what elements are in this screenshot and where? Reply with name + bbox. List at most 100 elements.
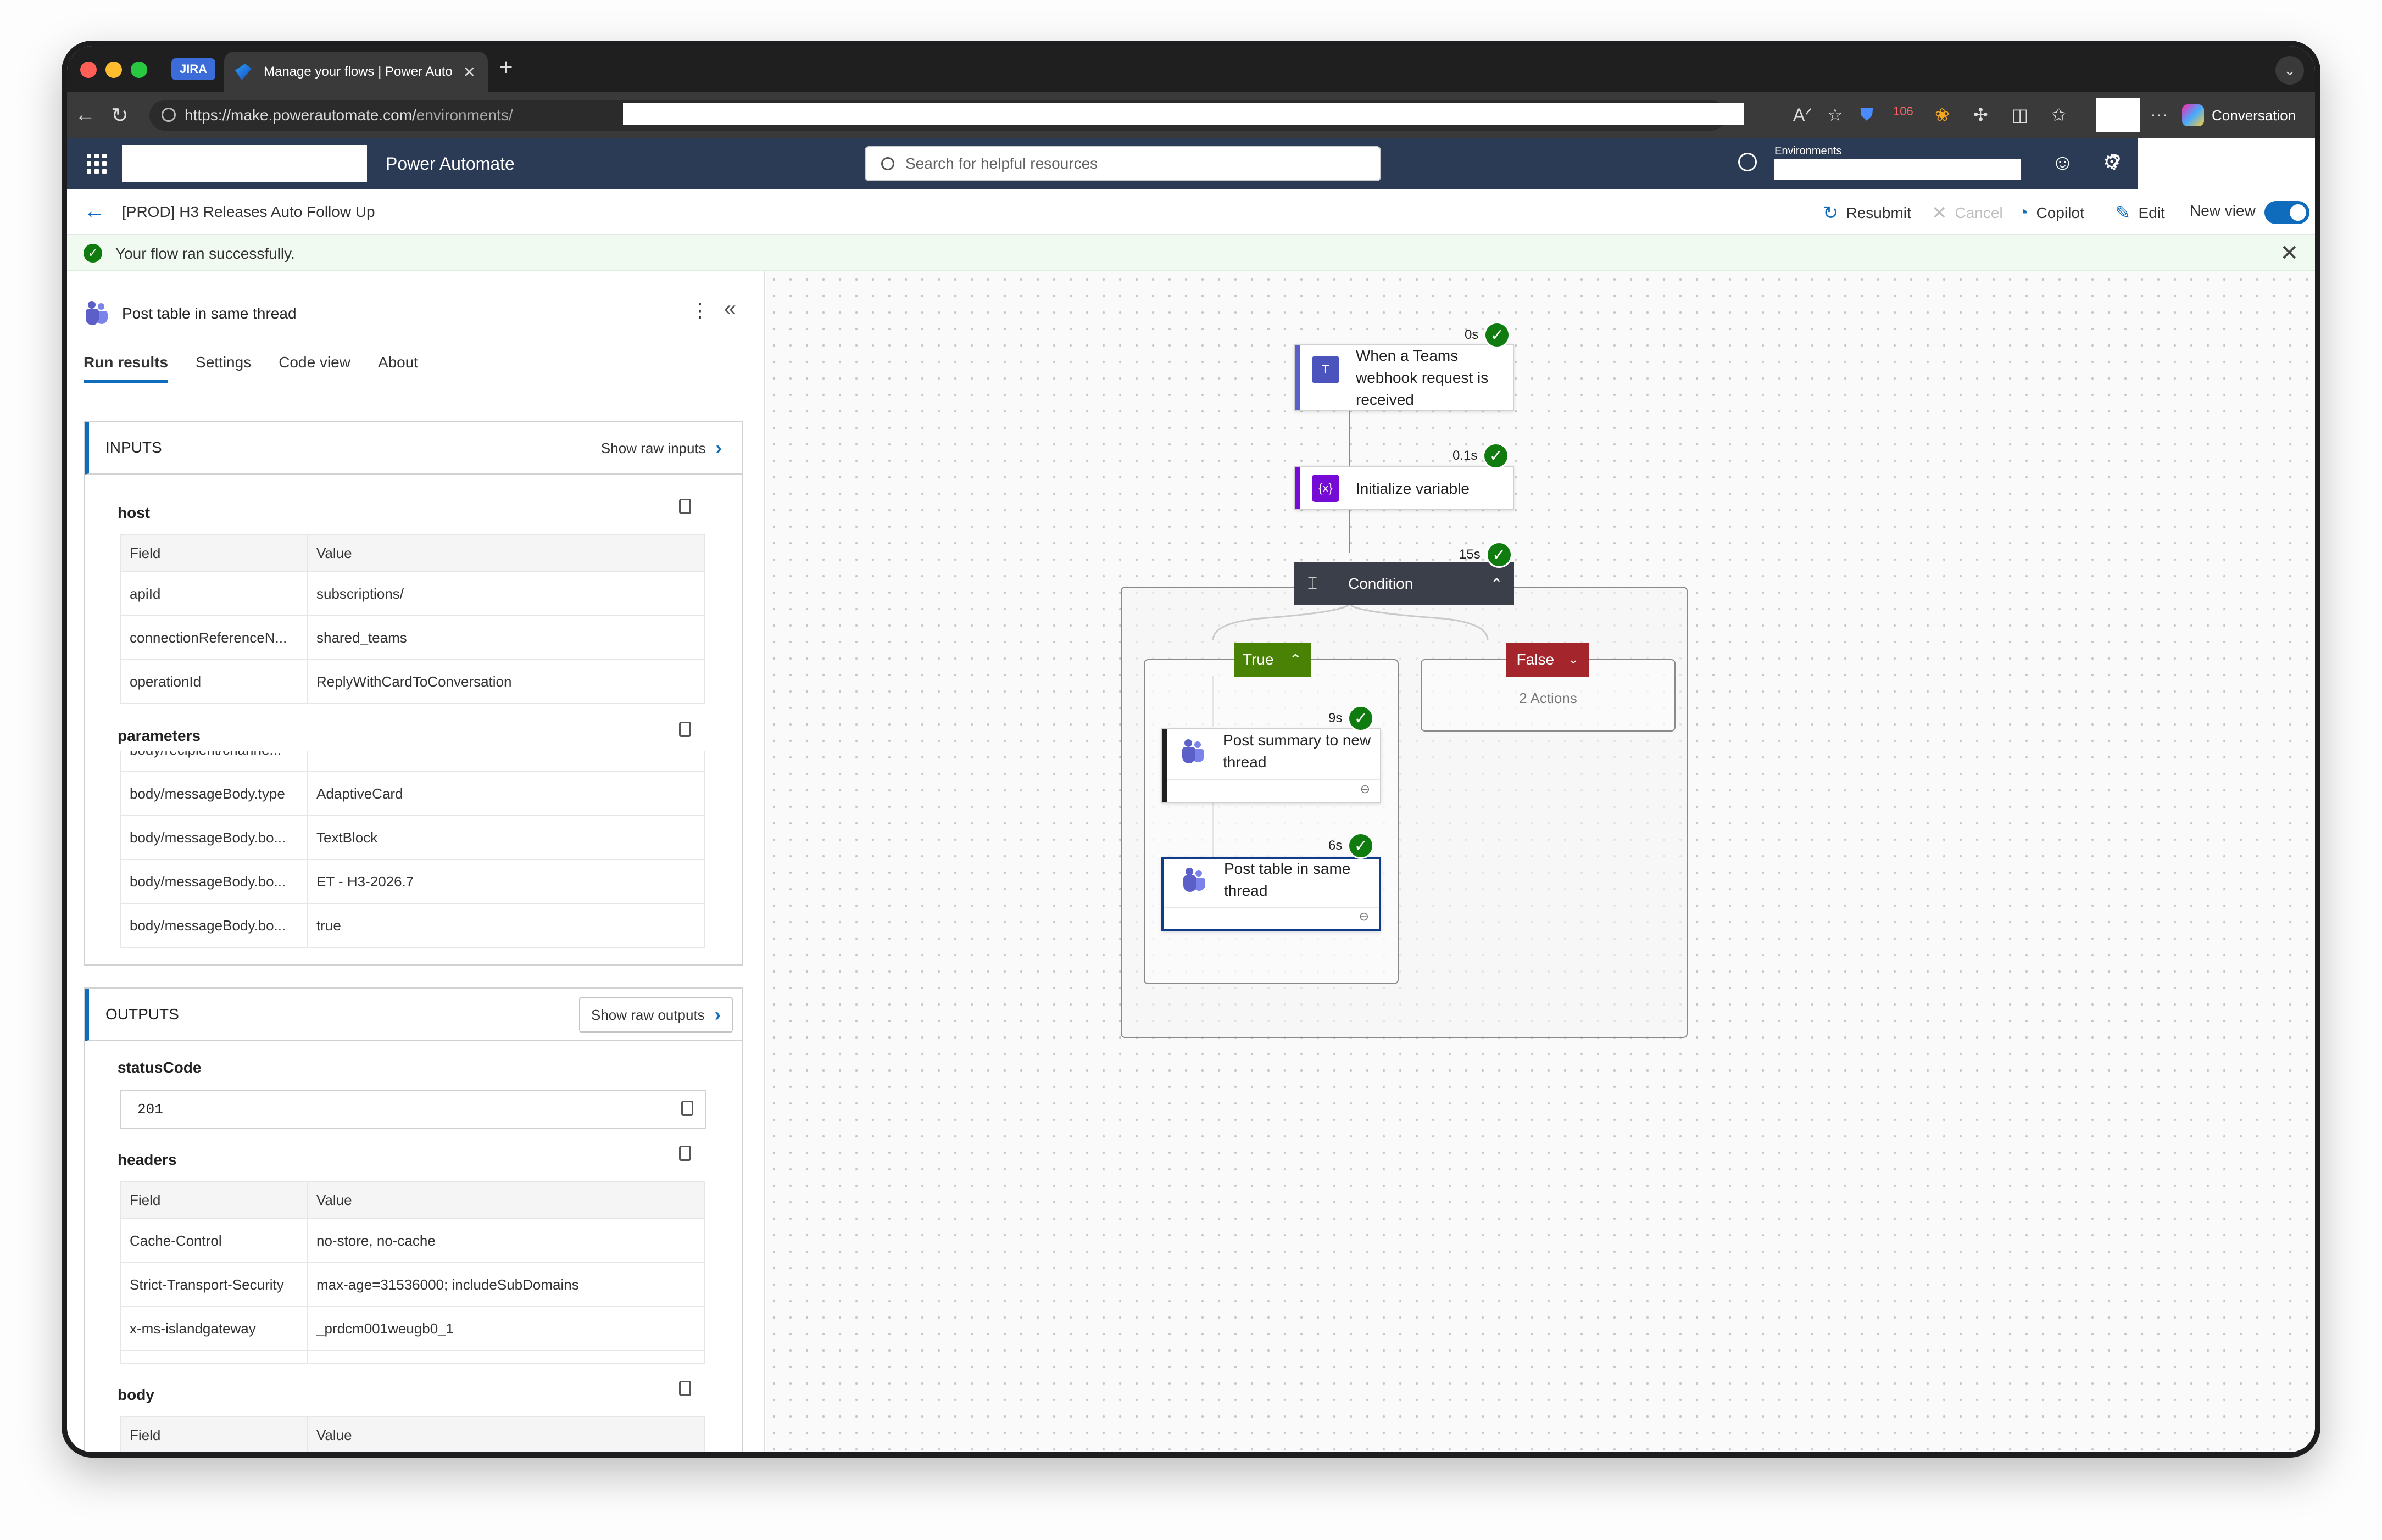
success-check-icon: ✓ — [1348, 705, 1374, 732]
trigger-status: 0s ✓ — [1465, 322, 1511, 348]
init-variable-status: 0.1s ✓ — [1452, 443, 1510, 469]
table-header-row: Field Value — [120, 1181, 705, 1219]
connector-line — [1349, 507, 1350, 553]
url-field[interactable]: https://make.powerautomate.com/environme… — [149, 100, 1744, 131]
cancel-label: Cancel — [1955, 204, 2003, 221]
value-cell: ReplyWithCardToConversation — [307, 659, 705, 704]
help-question-icon[interactable]: ? — [2108, 150, 2121, 175]
back-arrow-icon[interactable]: ← — [75, 103, 96, 127]
tab-settings[interactable]: Settings — [196, 354, 251, 383]
copy-icon[interactable] — [679, 499, 691, 514]
condition-status: 15s ✓ — [1459, 542, 1512, 568]
copy-icon[interactable] — [679, 1381, 691, 1396]
tab-actions-chevron-icon[interactable]: ⌄ — [2275, 56, 2304, 85]
pencil-icon: ✎ — [2115, 203, 2131, 224]
copilot-conversation-button[interactable]: Conversation — [2182, 100, 2314, 131]
account-redaction[interactable] — [2138, 138, 2315, 189]
read-aloud-icon[interactable]: Aᐟ — [1793, 104, 1812, 125]
back-arrow-icon[interactable]: ← — [84, 199, 105, 224]
teams-icon — [1179, 738, 1206, 766]
address-bar: ← ↻ https://make.powerautomate.com/envir… — [67, 92, 2315, 138]
cancel-icon: ✕ — [1932, 203, 1947, 224]
feedback-smiley-icon[interactable]: ☺ — [2051, 150, 2074, 175]
copy-icon[interactable] — [681, 1101, 693, 1116]
show-raw-outputs-button[interactable]: Show raw outputs › — [579, 997, 733, 1033]
field-cell: Cache-Control — [120, 1218, 308, 1263]
condition-icon: ⌶ — [1307, 574, 1317, 593]
more-options-icon[interactable]: ··· — [2150, 104, 2168, 125]
close-window-button[interactable] — [80, 62, 97, 78]
split-screen-icon[interactable]: ◫ — [2012, 104, 2028, 125]
copilot-button[interactable]: ◔ Copilot — [2017, 202, 2084, 224]
field-cell: body/recipient/channe... — [120, 751, 308, 772]
favorites-icon[interactable]: ✩ — [2051, 104, 2066, 125]
new-view-toggle[interactable] — [2264, 201, 2309, 224]
condition-node[interactable]: ⌶ Condition ⌃ — [1294, 562, 1514, 605]
chevron-up-icon[interactable]: ⌃ — [1490, 575, 1503, 593]
puzzle-extensions-icon[interactable]: ✣ — [1973, 104, 1988, 125]
conversation-label: Conversation — [2212, 107, 2296, 124]
maximize-window-button[interactable] — [131, 62, 147, 78]
environment-selector[interactable] — [1774, 159, 2021, 180]
show-raw-inputs-button[interactable]: Show raw inputs › — [590, 431, 733, 466]
flow-canvas[interactable]: T When a Teams webhook request is receiv… — [766, 271, 2315, 1452]
parameters-scroll-area[interactable]: body/recipient/channe... body/messageBod… — [120, 751, 705, 960]
success-check-icon: ✓ — [84, 244, 102, 263]
copy-icon[interactable] — [679, 1146, 691, 1161]
table-row: body/recipient/channe... — [120, 751, 705, 772]
table-header-row: Field Value — [120, 1416, 705, 1452]
post-table-node[interactable]: Post table in same thread ⊖ — [1161, 857, 1381, 931]
refresh-icon[interactable]: ↻ — [111, 103, 129, 128]
value-cell: ET - H3-2026.7 — [307, 859, 705, 903]
chevron-down-icon[interactable]: ⌄ — [1568, 652, 1578, 667]
tab-run-results[interactable]: Run results — [84, 354, 169, 383]
favorite-star-icon[interactable]: ☆ — [1827, 104, 1843, 125]
teams-icon — [84, 301, 109, 326]
field-cell: apiId — [120, 571, 308, 616]
close-tab-icon[interactable]: ✕ — [463, 63, 476, 81]
app-title[interactable]: Power Automate — [386, 154, 515, 174]
edit-button[interactable]: ✎ Edit — [2115, 202, 2165, 224]
trigger-node[interactable]: T When a Teams webhook request is receiv… — [1294, 344, 1514, 411]
post-summary-node[interactable]: Post summary to new thread ⊖ — [1161, 728, 1381, 803]
field-cell: body/messageBody.bo... — [120, 815, 308, 860]
outputs-header: OUTPUTS Show raw outputs › — [85, 989, 742, 1041]
collapse-panel-icon[interactable]: « — [724, 297, 736, 321]
chevron-up-icon[interactable]: ⌃ — [1289, 651, 1302, 669]
inputs-header: INPUTS Show raw inputs › — [85, 422, 742, 475]
new-tab-button[interactable]: + — [499, 54, 513, 81]
status-code-text: 201 — [137, 1101, 163, 1118]
cancel-button[interactable]: ✕ Cancel — [1932, 202, 2003, 224]
bitwarden-icon[interactable]: ⛊ — [1860, 104, 1873, 125]
status-code-value: 201 — [120, 1090, 706, 1129]
value-cell: _prdcm001weugb0_1 — [307, 1306, 705, 1351]
calendar-extension-icon[interactable]: 106 — [1893, 104, 1913, 119]
post-summary-duration: 9s — [1328, 711, 1343, 726]
table-row: body/messageBody.type AdaptiveCard — [120, 771, 705, 816]
org-logo-redaction — [122, 145, 367, 182]
outputs-label: OUTPUTS — [105, 1006, 179, 1023]
copy-icon[interactable] — [679, 722, 691, 737]
environment-label: Environments — [1774, 145, 1842, 157]
tab-code-view[interactable]: Code view — [279, 354, 350, 383]
minimize-window-button[interactable] — [105, 62, 122, 78]
post-table-label: Post table in same thread — [1224, 860, 1351, 899]
more-actions-icon[interactable]: ⋮ — [690, 299, 710, 322]
initialize-variable-node[interactable]: {x} Initialize variable — [1294, 466, 1514, 510]
tab-about[interactable]: About — [378, 354, 418, 383]
app-launcher-icon[interactable] — [87, 154, 107, 174]
extension-icon[interactable]: ❀ — [1935, 104, 1950, 125]
tab-jira[interactable]: JIRA — [171, 58, 215, 80]
search-input[interactable]: Search for helpful resources — [865, 146, 1381, 181]
value-cell: max-age=31536000; includeSubDomains — [307, 1262, 705, 1307]
false-branch-tag[interactable]: False ⌄ — [1506, 643, 1589, 677]
field-header: Field — [120, 1181, 308, 1219]
true-branch-tag[interactable]: True ⌃ — [1234, 643, 1311, 677]
table-row — [120, 1350, 705, 1364]
false-branch-label: False — [1516, 651, 1555, 668]
edit-label: Edit — [2138, 204, 2165, 221]
dismiss-banner-icon[interactable]: ✕ — [2280, 241, 2298, 266]
tab-power-automate[interactable]: Manage your flows | Power Auto ✕ — [224, 52, 488, 92]
post-table-status: 6s ✓ — [1328, 833, 1374, 859]
resubmit-button[interactable]: ↻ Resubmit — [1823, 202, 1911, 224]
